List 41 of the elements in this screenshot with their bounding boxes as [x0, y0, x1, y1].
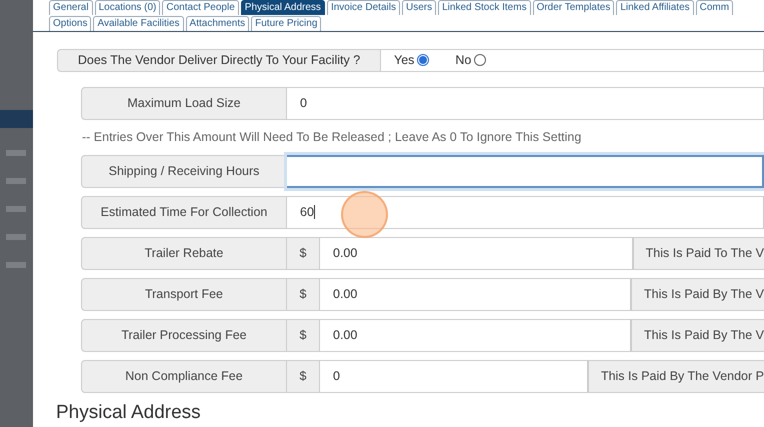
tab[interactable]: General: [49, 0, 93, 15]
field-label: Trailer Rebate: [81, 236, 287, 270]
field-label: Non Compliance Fee: [81, 360, 287, 392]
field-note: This Is Paid By The Vendor P: [588, 360, 764, 392]
field-label: Shipping / Receiving Hours: [81, 154, 287, 188]
hint-text: -- Entries Over This Amount Will Need To Be Released ; Leave As 0 To Ignore This Setting: [82, 128, 582, 146]
section-heading: Physical Address: [56, 400, 202, 424]
input-field[interactable]: 60: [287, 196, 764, 228]
field-label: Maximum Load Size: [81, 86, 287, 120]
input-field[interactable]: 0.00: [320, 278, 632, 310]
tab[interactable]: Physical Address: [240, 0, 325, 15]
currency-label: $: [287, 278, 320, 310]
field-label: Trailer Processing Fee: [81, 318, 287, 352]
tab[interactable]: Options: [49, 16, 92, 31]
currency-label: $: [287, 236, 320, 270]
input-field[interactable]: 0.00: [320, 236, 633, 270]
tab[interactable]: Future Pricing: [251, 16, 322, 31]
currency-label: $: [287, 318, 320, 352]
field-note: This Is Paid By The V: [631, 278, 764, 310]
click-indicator: [341, 191, 388, 238]
field-note: This Is Paid By The V: [631, 318, 764, 352]
input-field[interactable]: 0: [320, 360, 588, 392]
currency-label: $: [287, 360, 320, 392]
tab[interactable]: Linked Affiliates: [616, 0, 694, 15]
tab[interactable]: Comm: [696, 0, 734, 15]
input-field[interactable]: 0: [287, 86, 764, 120]
tab[interactable]: Linked Stock Items: [438, 0, 531, 15]
tab[interactable]: Contact People: [162, 0, 239, 15]
tab[interactable]: Order Templates: [532, 0, 614, 15]
field-label: Estimated Time For Collection: [81, 196, 287, 228]
tab[interactable]: Users: [402, 0, 436, 15]
radio-option[interactable]: No: [455, 51, 486, 70]
input-field[interactable]: 0.00: [320, 318, 632, 352]
radio-option[interactable]: Yes: [394, 51, 430, 70]
field-label: Transport Fee: [81, 278, 287, 310]
tab[interactable]: Locations (0): [94, 0, 160, 15]
question-label: Does The Vendor Deliver Directly To Your Facility ?: [57, 49, 381, 72]
field-note: This Is Paid To The V: [632, 236, 764, 270]
tab[interactable]: Attachments: [186, 16, 250, 31]
tab[interactable]: Available Facilities: [93, 16, 184, 31]
tab[interactable]: Invoice Details: [326, 0, 400, 15]
